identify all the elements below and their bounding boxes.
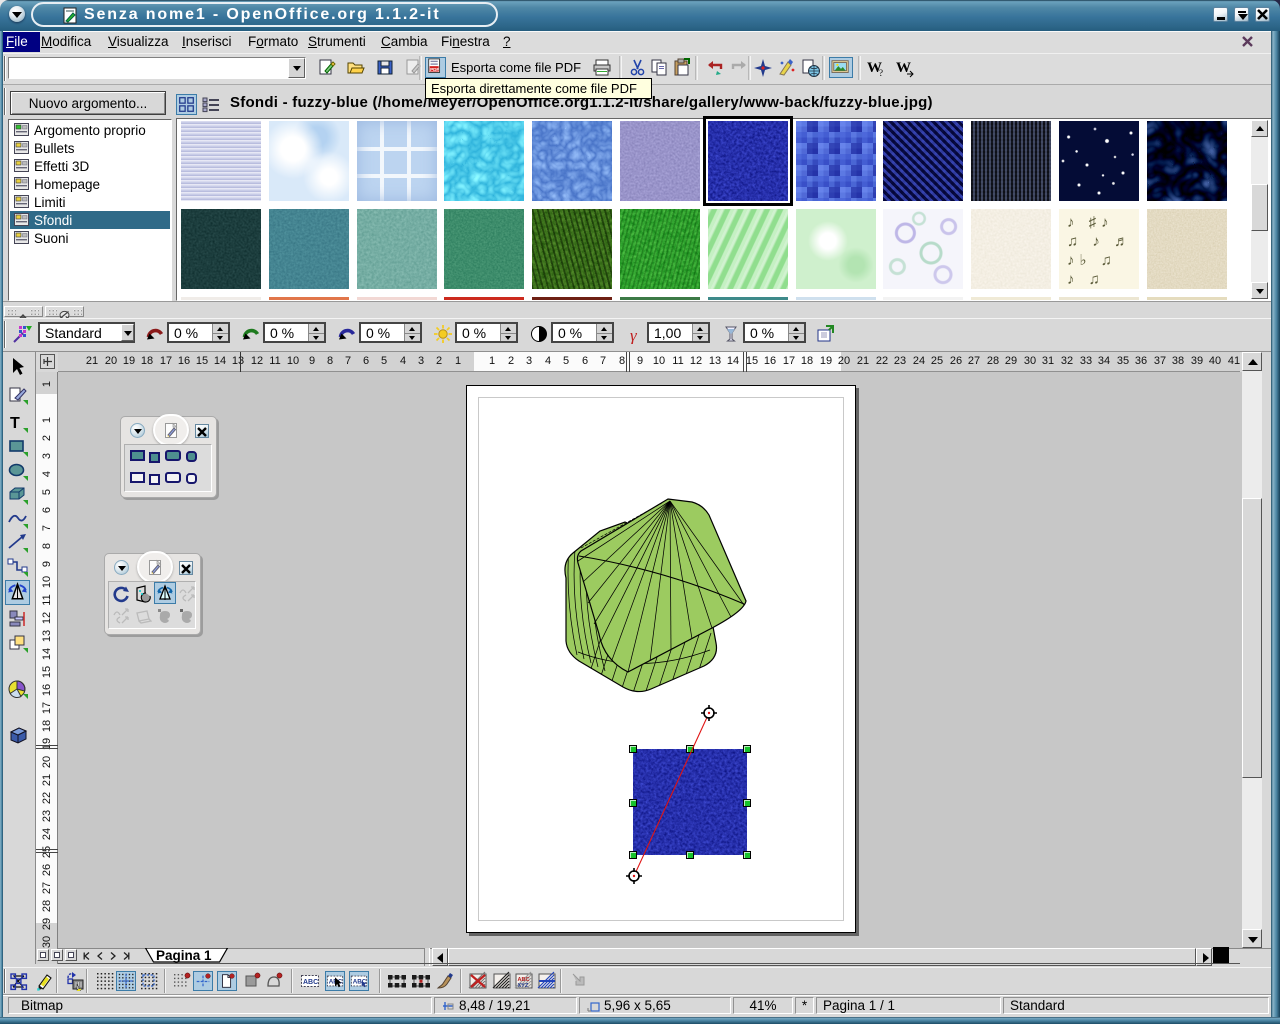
svg-text:PDF: PDF bbox=[430, 67, 439, 72]
svg-text:XYZ: XYZ bbox=[518, 983, 529, 989]
svg-text:T: T bbox=[10, 415, 20, 432]
svg-text:ABC: ABC bbox=[303, 979, 318, 986]
svg-text:?: ? bbox=[879, 68, 883, 78]
svg-text:γ: γ bbox=[630, 326, 638, 344]
